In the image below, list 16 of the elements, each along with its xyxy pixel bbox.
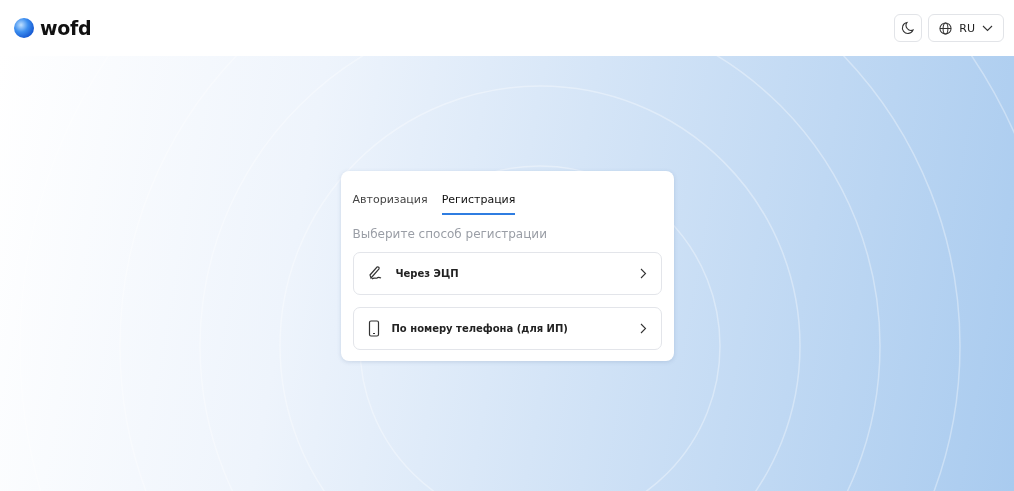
theme-toggle-button[interactable] <box>894 14 923 42</box>
tab[interactable]: Регистрация <box>441 184 516 215</box>
option-button[interactable]: Через ЭЦП <box>352 251 662 295</box>
globe-icon <box>939 21 953 35</box>
chevron-right-icon <box>639 267 647 279</box>
phone-icon <box>367 319 380 337</box>
option-button[interactable]: По номеру телефона (для ИП) <box>352 306 662 350</box>
logo-icon <box>14 18 34 38</box>
language-select[interactable]: RU <box>928 14 1004 42</box>
chevron-right-icon <box>639 322 647 334</box>
chevron-down-icon <box>982 24 993 32</box>
logo-text: wofd <box>40 17 92 39</box>
prompt-text: Выберите способ регистрации <box>352 226 548 241</box>
moon-icon <box>901 21 916 35</box>
pen-icon <box>367 265 384 281</box>
tab[interactable]: Авторизация <box>352 184 428 215</box>
